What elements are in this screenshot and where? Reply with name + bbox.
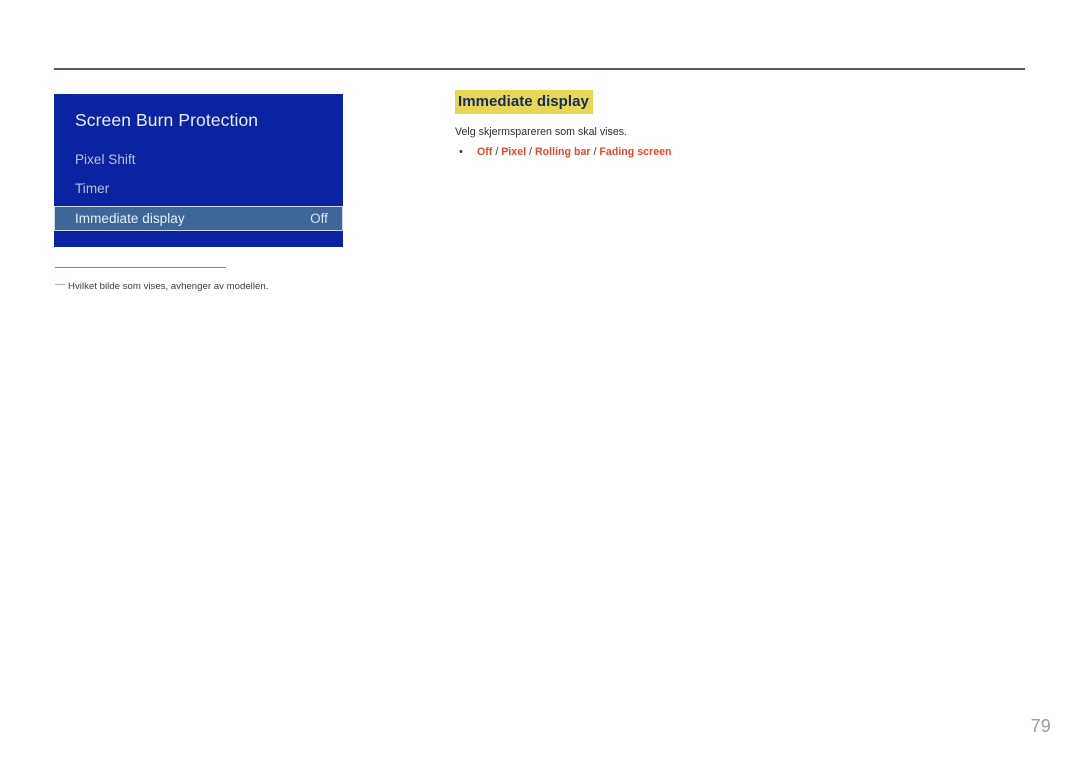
section-description: Velg skjermspareren som skal vises. <box>455 126 628 139</box>
osd-menu-item-label: Pixel Shift <box>75 152 136 167</box>
bullet-icon: • <box>459 146 463 159</box>
osd-menu-item-timer[interactable]: Timer <box>54 174 343 203</box>
option-separator: / <box>492 146 502 159</box>
option-value-pixel: Pixel <box>501 146 527 159</box>
osd-menu-title: Screen Burn Protection <box>75 110 259 130</box>
osd-menu-item-label: Timer <box>75 181 110 196</box>
option-value-fading-screen: Fading screen <box>599 146 672 159</box>
footnote-text: Hvilket bilde som vises, avhenger av mod… <box>68 281 269 292</box>
option-value-off: Off <box>477 146 493 159</box>
osd-menu-footer-bar <box>54 234 343 247</box>
footnote: ― Hvilket bilde som vises, avhenger av mo… <box>55 278 475 294</box>
option-separator: / <box>526 146 535 159</box>
option-value-rolling-bar: Rolling bar <box>534 146 591 159</box>
section-heading: Immediate display <box>455 90 593 115</box>
osd-menu-item-label: Immediate display <box>75 211 185 226</box>
option-list: • Off / Pixel / Rolling bar / Fading scr… <box>455 145 1015 160</box>
footnote-dash-marker: ― <box>55 279 66 290</box>
header-divider <box>54 68 1025 70</box>
osd-menu-item-pixel-shift[interactable]: Pixel Shift <box>54 145 343 174</box>
osd-menu-panel: Screen Burn Protection Pixel Shift Timer… <box>54 94 343 247</box>
osd-menu-list: Pixel Shift Timer Immediate display Off <box>54 145 343 231</box>
osd-menu-item-value: Off <box>310 211 328 226</box>
content-column: Immediate display Velg skjermspareren so… <box>455 90 1015 160</box>
page-number: 79 <box>1030 716 1051 736</box>
option-list-item: • Off / Pixel / Rolling bar / Fading scr… <box>455 145 1015 160</box>
footnote-divider <box>55 267 226 268</box>
osd-menu-item-immediate-display[interactable]: Immediate display Off <box>54 206 343 231</box>
